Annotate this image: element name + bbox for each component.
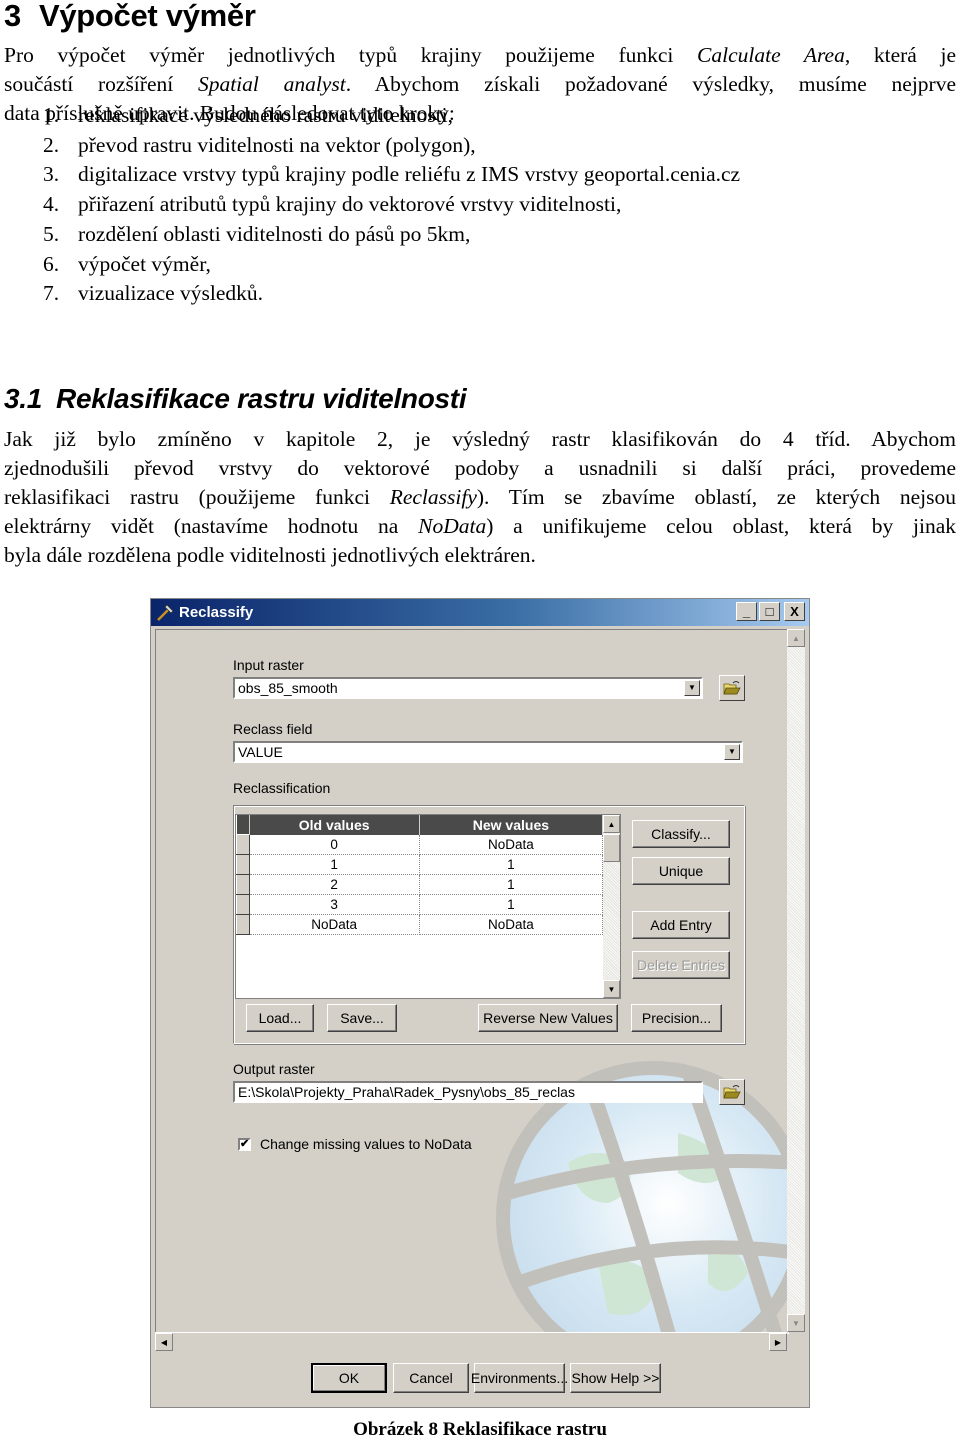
output-raster-browse-button[interactable] [719, 1079, 745, 1105]
output-raster-label: Output raster [233, 1061, 315, 1077]
title-bar[interactable]: Reclassify _ □ X [151, 599, 809, 626]
reclass-field-label: Reclass field [233, 721, 313, 737]
table-scrollbar[interactable]: ▲ ▼ [603, 815, 620, 998]
column-header-old-values[interactable]: Old values [249, 815, 420, 835]
text-line: reklasifikaci rastru (použijeme funkci R… [4, 485, 956, 509]
figure-caption: Obrázek 8 Reklasifikace rastru [353, 1419, 607, 1440]
section-paragraph: Jak již bylo zmíněno v kapitole 2, je vý… [4, 425, 956, 570]
load-button[interactable]: Load... [246, 1004, 314, 1032]
unique-button[interactable]: Unique [632, 857, 730, 885]
show-help-button[interactable]: Show Help >> [570, 1363, 661, 1393]
table-header-row: Old values New values [236, 815, 604, 835]
scroll-right-arrow-icon[interactable]: ▶ [769, 1333, 787, 1351]
table-row[interactable]: NoData NoData [236, 914, 604, 935]
old-value-cell[interactable]: 3 [249, 894, 420, 915]
row-selector[interactable] [236, 914, 250, 935]
text-line: zjednodušili převod vrstvy do vektorové … [4, 456, 956, 480]
horizontal-scrollbar[interactable]: ◀ ▶ [155, 1332, 787, 1351]
reverse-new-values-button[interactable]: Reverse New Values [478, 1004, 618, 1032]
reclassification-table: Old values New values 0 NoData 11 21 31 N… [235, 814, 621, 999]
ok-button[interactable]: OK [311, 1363, 387, 1393]
dropdown-arrow-icon[interactable]: ▼ [724, 744, 740, 760]
list-item: 6. výpočet výměr, [43, 251, 211, 276]
scroll-left-arrow-icon[interactable]: ◀ [155, 1333, 173, 1351]
open-folder-icon [723, 1085, 741, 1099]
text-line: Jak již bylo zmíněno v kapitole 2, je vý… [4, 427, 956, 451]
scroll-down-arrow-icon[interactable]: ▼ [603, 980, 620, 998]
old-value-cell[interactable]: 2 [249, 874, 420, 895]
maximize-button[interactable]: □ [759, 602, 780, 621]
save-button[interactable]: Save... [327, 1004, 397, 1032]
chapter-heading: 3 Výpočet výměr [4, 0, 256, 34]
section-number: 3.1 [4, 383, 43, 414]
old-value-cell[interactable]: NoData [249, 914, 420, 935]
new-value-cell[interactable]: 1 [419, 894, 604, 915]
minimize-button[interactable]: _ [736, 602, 757, 621]
output-raster-input[interactable]: E:\Skola\Projekty_Praha\Radek_Pysny\obs_… [233, 1081, 703, 1103]
new-value-cell[interactable]: NoData [419, 914, 604, 935]
row-selector[interactable] [236, 854, 250, 875]
section-title: Reklasifikace rastru viditelnosti [56, 383, 467, 414]
row-header-corner [236, 815, 250, 835]
dropdown-arrow-icon[interactable]: ▼ [684, 680, 700, 696]
dialog-title: Reclassify [179, 604, 254, 621]
input-raster-combobox[interactable]: obs_85_smooth ▼ [233, 677, 703, 699]
row-selector[interactable] [236, 834, 250, 855]
text-line: Pro výpočet výměr jednotlivých typů kraj… [4, 43, 956, 67]
delete-entries-button[interactable]: Delete Entries [632, 951, 730, 979]
text-line: byla dále rozdělena podle viditelnosti j… [4, 543, 536, 567]
section-heading: 3.1 Reklasifikace rastru viditelnosti [4, 383, 467, 415]
list-item: 5. rozdělení oblasti viditelnosti do pásů… [43, 221, 471, 246]
change-missing-checkbox[interactable]: ✔ [238, 1138, 251, 1151]
old-value-cell[interactable]: 1 [249, 854, 420, 875]
scroll-thumb[interactable] [603, 834, 620, 862]
scroll-up-arrow-icon[interactable]: ▲ [603, 815, 620, 833]
environments-button[interactable]: Environments... [471, 1363, 568, 1393]
list-item: 1. reklasifikace výsledného rastru vidite… [43, 103, 453, 127]
vertical-scrollbar[interactable]: ▲ ▼ [787, 629, 805, 1332]
reclass-field-combobox[interactable]: VALUE ▼ [233, 741, 743, 763]
row-selector[interactable] [236, 874, 250, 895]
new-value-cell[interactable]: 1 [419, 854, 604, 875]
reclassification-label: Reclassification [233, 780, 331, 796]
classify-button[interactable]: Classify... [632, 820, 730, 848]
table-row[interactable]: 0 NoData [236, 834, 604, 855]
row-selector[interactable] [236, 894, 250, 915]
table-row[interactable]: 31 [236, 894, 604, 915]
list-item: 3. digitalizace vrstvy typů krajiny podle… [43, 162, 741, 187]
list-item: 2. převod rastru viditelnosti na vektor (… [43, 132, 476, 157]
reclassify-dialog: Reclassify _ □ X Input raster obs_85_smo… [150, 598, 810, 1408]
steps-list: 1. reklasifikace výsledného rastru vidite… [43, 101, 740, 309]
list-item: 7. vizualizace výsledků. [43, 281, 264, 306]
dialog-content: Input raster obs_85_smooth ▼ Reclass fie… [155, 629, 789, 1334]
output-raster-value: E:\Skola\Projekty_Praha\Radek_Pysny\obs_… [238, 1084, 575, 1100]
add-entry-button[interactable]: Add Entry [632, 911, 730, 939]
chapter-title: Výpočet výměr [38, 0, 256, 33]
chapter-number: 3 [4, 0, 21, 33]
scroll-up-arrow-icon[interactable]: ▲ [787, 629, 805, 647]
text-line: elektrárny vidět (nastavíme hodnotu na N… [4, 514, 956, 538]
scroll-down-arrow-icon[interactable]: ▼ [787, 1314, 805, 1332]
new-value-cell[interactable]: NoData [419, 834, 604, 855]
old-value-cell[interactable]: 0 [249, 834, 420, 855]
new-value-cell[interactable]: 1 [419, 874, 604, 895]
close-button[interactable]: X [784, 602, 805, 621]
open-folder-icon [723, 681, 741, 695]
column-header-new-values[interactable]: New values [419, 815, 604, 835]
input-raster-value: obs_85_smooth [238, 680, 338, 696]
hammer-icon [157, 603, 174, 621]
cancel-button[interactable]: Cancel [393, 1363, 469, 1393]
change-missing-label: Change missing values to NoData [260, 1136, 472, 1152]
table-row[interactable]: 21 [236, 874, 604, 895]
input-raster-label: Input raster [233, 657, 304, 673]
text-line: součástí rozšíření Spatial analyst. Abyc… [4, 72, 956, 96]
precision-button[interactable]: Precision... [631, 1004, 722, 1032]
reclass-field-value: VALUE [238, 744, 283, 760]
reclassification-group: Old values New values 0 NoData 11 21 31 N… [233, 805, 745, 1044]
list-item: 4. přiřazení atributů typů krajiny do vek… [43, 192, 622, 217]
input-raster-browse-button[interactable] [719, 675, 745, 701]
table-row[interactable]: 11 [236, 854, 604, 875]
